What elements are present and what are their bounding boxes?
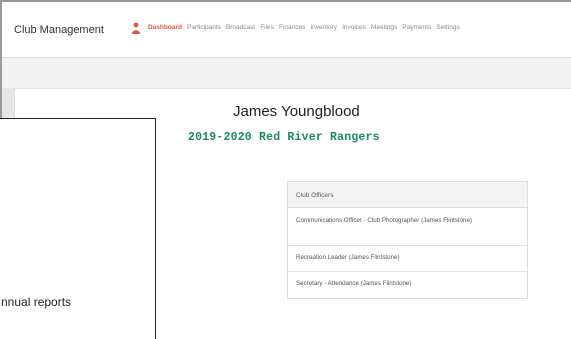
top-navbar: Club Management Dashboard Participants B… xyxy=(2,2,571,58)
user-icon[interactable] xyxy=(132,22,140,34)
team-name: 2019-2020 Red River Rangers xyxy=(188,131,380,144)
officer-item: Secretary - Attendance (James Flintstone… xyxy=(296,280,412,287)
nav-item-invoices[interactable]: Invoices xyxy=(342,24,366,31)
nav-item-finances[interactable]: Finances xyxy=(279,24,305,31)
nav-item-broadcast[interactable]: Broadcast xyxy=(226,24,255,31)
member-name: James Youngblood xyxy=(233,103,360,120)
officer-item: Communications Officer - Club Photograph… xyxy=(288,208,527,246)
nav-item-files[interactable]: Files xyxy=(260,24,274,31)
nav-item-settings[interactable]: Settings xyxy=(436,24,460,31)
nav-item-dashboard[interactable]: Dashboard xyxy=(148,24,182,31)
nav-item-participants[interactable]: Participants xyxy=(187,24,221,31)
callout-box: nnual reports xyxy=(0,118,156,339)
page: Club Management Dashboard Participants B… xyxy=(0,0,571,339)
brand-title[interactable]: Club Management xyxy=(14,24,104,36)
officer-item: Recreation Leader (James Flintstone) xyxy=(288,246,527,272)
nav-item-payments[interactable]: Payments xyxy=(402,24,431,31)
nav-item-meetings[interactable]: Meetings xyxy=(371,24,397,31)
callout-text: nnual reports xyxy=(1,295,72,309)
club-officers-panel: Club Officers Communications Officer - C… xyxy=(287,181,528,299)
main-nav: Dashboard Participants Broadcast Files F… xyxy=(148,24,460,31)
club-officers-header: Club Officers xyxy=(288,182,527,208)
page-header-band xyxy=(2,58,571,88)
nav-item-inventory[interactable]: Inventory xyxy=(310,24,337,31)
